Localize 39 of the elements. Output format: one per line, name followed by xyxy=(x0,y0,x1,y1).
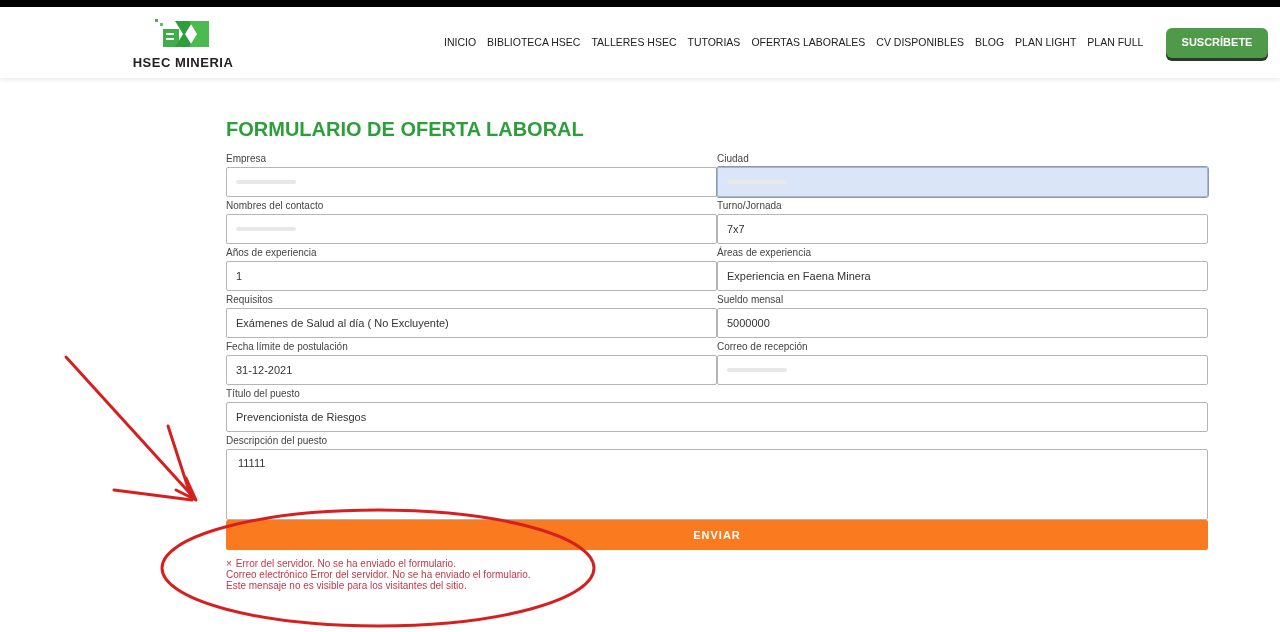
input-field[interactable]: Exámenes de Salud al día ( No Excluyente) xyxy=(226,308,717,338)
error-message: Correo electrónico Error del servidor. No se ha enviado el formulario. xyxy=(226,569,531,580)
error-message: Este mensaje no es visible para los visitantes del sitio. xyxy=(226,580,467,591)
nav-link[interactable]: TUTORIAS xyxy=(687,34,741,51)
nav-link[interactable]: INICIO xyxy=(444,34,477,51)
nav-link[interactable]: BIBLIOTECA HSEC xyxy=(487,34,581,51)
input-field[interactable]: 7x7 xyxy=(717,214,1208,244)
error-message: Error del servidor. No se ha enviado el formulario. xyxy=(235,558,456,569)
nav-link[interactable]: BLOG xyxy=(974,34,1005,51)
input-field[interactable] xyxy=(717,167,1208,197)
input-field[interactable]: 1 xyxy=(226,261,717,291)
nav-link[interactable]: OFERTAS LABORALES xyxy=(751,34,866,51)
input-field[interactable]: Experiencia en Faena Minera xyxy=(717,261,1208,291)
logo-text: HSEC MINERIA xyxy=(132,53,234,72)
field-label: Fecha límite de postulación xyxy=(226,340,349,354)
field-label: Sueldo mensal xyxy=(717,293,785,307)
field-label: Nombres del contacto xyxy=(226,199,325,213)
nav-link[interactable]: CV DISPONIBLES xyxy=(876,34,964,51)
field-label: Áreas de experiencia xyxy=(717,245,812,260)
field-label: Requisitos xyxy=(226,293,274,307)
input-field[interactable] xyxy=(226,167,717,197)
form-title: FORMULARIO DE OFERTA LABORAL xyxy=(226,117,585,142)
nav-link[interactable]: PLAN LIGHT xyxy=(1015,34,1077,51)
text-area[interactable]: 11111 xyxy=(226,449,1208,520)
field-label: Turno/Jornada xyxy=(717,199,783,213)
nav-link[interactable]: TALLERES HSEC xyxy=(591,34,677,51)
field-label: Descripción del puesto xyxy=(226,434,329,448)
input-field[interactable]: 31-12-2021 xyxy=(226,355,717,385)
error-icon: × xyxy=(226,558,232,569)
nav-link[interactable]: PLAN FULL xyxy=(1087,34,1144,51)
input-field[interactable]: Prevencionista de Riesgos xyxy=(226,402,1208,432)
input-field[interactable] xyxy=(226,214,717,244)
field-label: Ciudad xyxy=(717,152,750,166)
input-field[interactable]: 5000000 xyxy=(717,308,1208,338)
field-label: Años de experiencia xyxy=(226,246,318,260)
field-label: Empresa xyxy=(226,152,267,166)
field-label: Correo de recepción xyxy=(717,340,809,354)
field-label: Título del puesto xyxy=(226,387,301,401)
input-field[interactable] xyxy=(717,355,1208,385)
